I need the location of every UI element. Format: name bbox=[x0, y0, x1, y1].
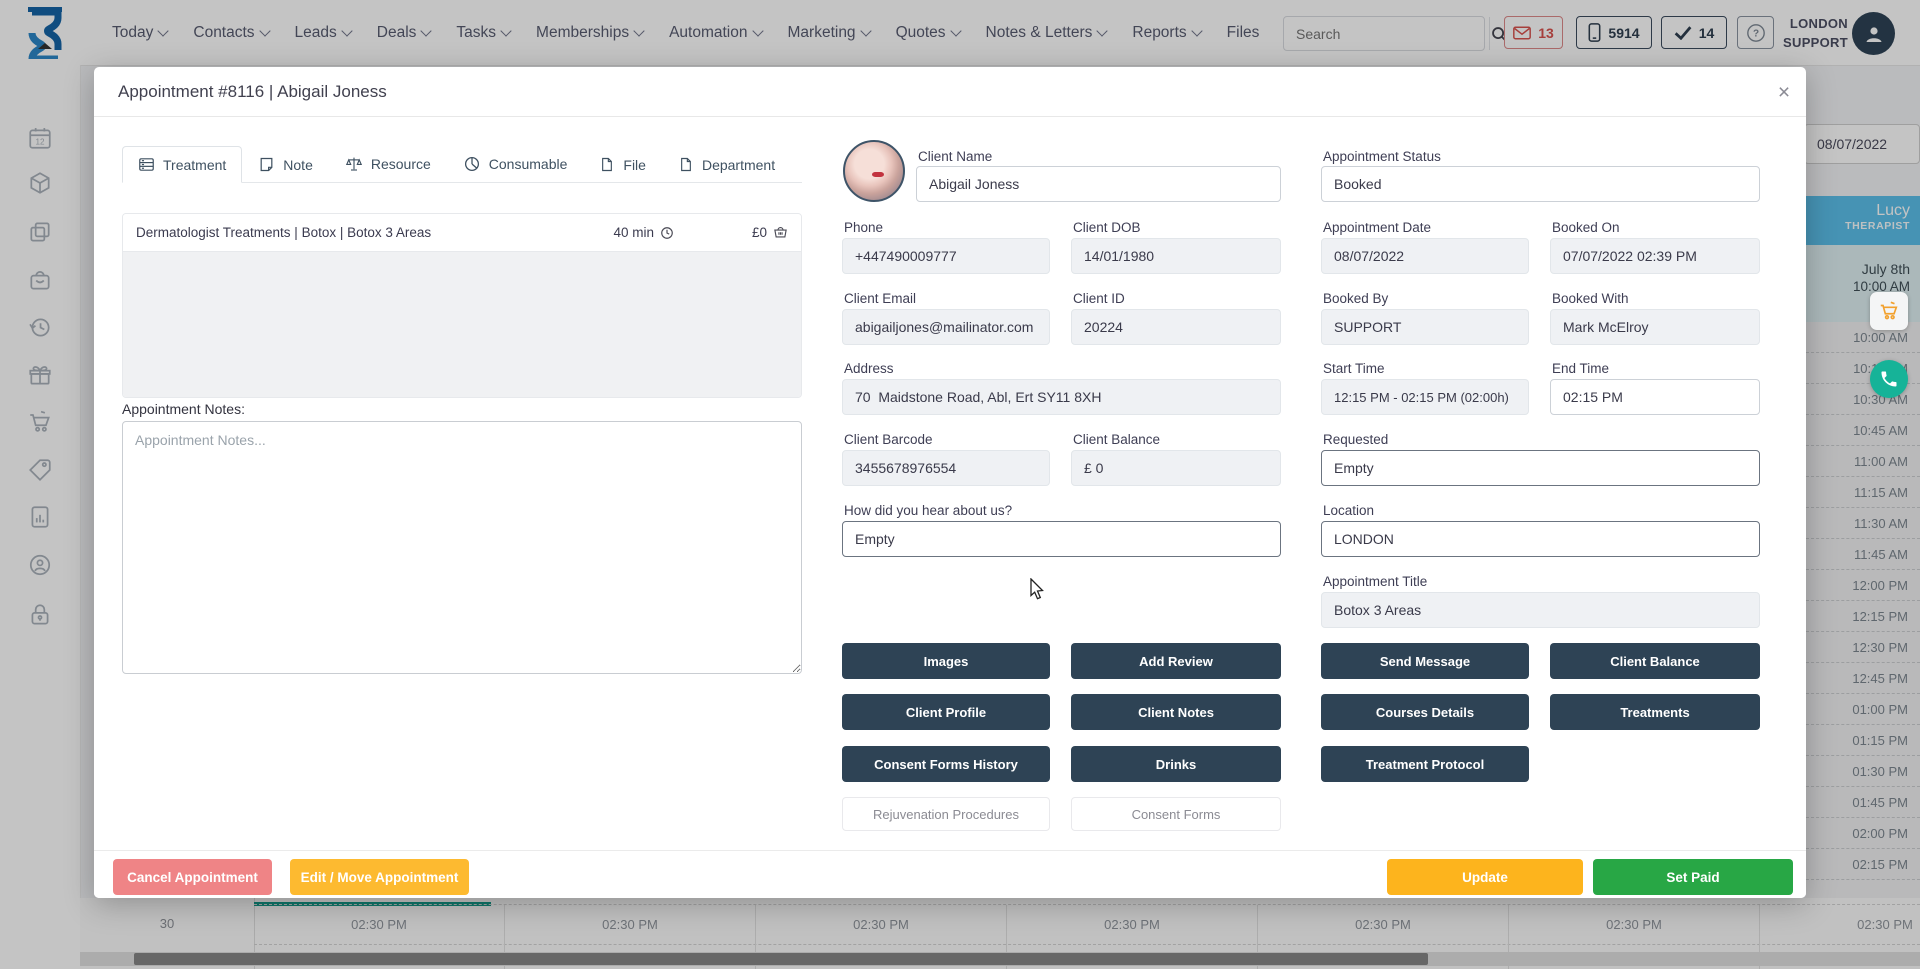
appointment-date-label: Appointment Date bbox=[1323, 220, 1431, 235]
modal-header: Appointment #8116 | Abigail Joness × bbox=[94, 67, 1806, 117]
price-text: £0 bbox=[752, 225, 767, 240]
file-icon bbox=[599, 156, 615, 173]
appointment-status-input[interactable] bbox=[1321, 166, 1760, 202]
start-time-input[interactable] bbox=[1321, 379, 1529, 415]
tab-label: Resource bbox=[371, 156, 431, 172]
tab-treatment[interactable]: Treatment bbox=[122, 146, 242, 183]
tab-note[interactable]: Note bbox=[242, 146, 329, 183]
update-button[interactable]: Update bbox=[1387, 859, 1583, 895]
tab-department[interactable]: Department bbox=[662, 146, 791, 183]
appointment-notes-textarea[interactable] bbox=[122, 421, 802, 674]
cancel-appointment-button[interactable]: Cancel Appointment bbox=[113, 859, 272, 895]
basket-icon[interactable] bbox=[773, 225, 788, 240]
client-notes-button[interactable]: Client Notes bbox=[1071, 694, 1281, 730]
location-label: Location bbox=[1323, 503, 1374, 518]
modal-footer: Cancel Appointment Edit / Move Appointme… bbox=[94, 850, 1806, 898]
department-file-icon bbox=[678, 156, 694, 173]
client-barcode-input[interactable] bbox=[842, 450, 1050, 486]
tab-label: Consumable bbox=[489, 156, 568, 172]
treatment-duration: 40 min bbox=[613, 225, 674, 240]
tab-label: Department bbox=[702, 157, 775, 173]
treatment-list-empty-area bbox=[123, 252, 801, 398]
drinks-button[interactable]: Drinks bbox=[1071, 746, 1281, 782]
treatment-protocol-button[interactable]: Treatment Protocol bbox=[1321, 746, 1529, 782]
consent-forms-button[interactable]: Consent Forms bbox=[1071, 797, 1281, 831]
scales-icon bbox=[345, 155, 363, 173]
address-label: Address bbox=[844, 361, 894, 376]
send-message-button[interactable]: Send Message bbox=[1321, 643, 1529, 679]
client-id-label: Client ID bbox=[1073, 291, 1125, 306]
hear-about-select[interactable]: Empty bbox=[842, 521, 1281, 557]
client-balance-label: Client Balance bbox=[1073, 432, 1160, 447]
client-balance-input[interactable] bbox=[1071, 450, 1281, 486]
treatment-name: Dermatologist Treatments | Botox | Botox… bbox=[136, 225, 613, 240]
edit-move-appointment-button[interactable]: Edit / Move Appointment bbox=[290, 859, 469, 895]
booked-on-input[interactable] bbox=[1550, 238, 1760, 274]
client-photo bbox=[843, 140, 905, 202]
booked-by-input[interactable] bbox=[1321, 309, 1529, 345]
phone-input[interactable] bbox=[842, 238, 1050, 274]
appointment-modal: Appointment #8116 | Abigail Joness × Tre… bbox=[94, 67, 1806, 898]
close-icon[interactable]: × bbox=[1770, 79, 1798, 107]
client-id-input[interactable] bbox=[1071, 309, 1281, 345]
appointment-title-label: Appointment Title bbox=[1323, 574, 1427, 589]
treatments-button[interactable]: Treatments bbox=[1550, 694, 1760, 730]
client-profile-button[interactable]: Client Profile bbox=[842, 694, 1050, 730]
client-email-label: Client Email bbox=[844, 291, 916, 306]
requested-label: Requested bbox=[1323, 432, 1388, 447]
booked-on-label: Booked On bbox=[1552, 220, 1620, 235]
cart-icon bbox=[1878, 300, 1900, 322]
treatment-list: Dermatologist Treatments | Botox | Botox… bbox=[122, 213, 802, 398]
modal-tabs: Treatment Note Resource Consumable File … bbox=[122, 145, 802, 183]
consent-forms-history-button[interactable]: Consent Forms History bbox=[842, 746, 1050, 782]
end-time-label: End Time bbox=[1552, 361, 1609, 376]
set-paid-button[interactable]: Set Paid bbox=[1593, 859, 1793, 895]
tab-consumable[interactable]: Consumable bbox=[447, 145, 584, 183]
note-icon bbox=[258, 156, 275, 173]
quick-cart-button[interactable] bbox=[1870, 292, 1908, 330]
client-dob-input[interactable] bbox=[1071, 238, 1281, 274]
treatment-row[interactable]: Dermatologist Treatments | Botox | Botox… bbox=[123, 214, 801, 252]
client-name-label: Client Name bbox=[918, 149, 992, 164]
clock-icon bbox=[660, 226, 674, 240]
booked-with-label: Booked With bbox=[1552, 291, 1629, 306]
tab-file[interactable]: File bbox=[583, 146, 662, 183]
tab-label: File bbox=[623, 157, 646, 173]
phone-icon bbox=[1879, 369, 1899, 389]
modal-title: Appointment #8116 | Abigail Joness bbox=[118, 82, 387, 102]
duration-text: 40 min bbox=[613, 225, 654, 240]
address-input[interactable] bbox=[842, 379, 1281, 415]
pie-chart-icon bbox=[463, 155, 481, 173]
client-email-input[interactable] bbox=[842, 309, 1050, 345]
tab-label: Note bbox=[283, 157, 313, 173]
client-barcode-label: Client Barcode bbox=[844, 432, 933, 447]
screen: Today Contacts Leads Deals Tasks Members… bbox=[0, 0, 1920, 969]
appointment-status-label: Appointment Status bbox=[1323, 149, 1441, 164]
end-time-input[interactable] bbox=[1550, 379, 1760, 415]
treatment-list-icon bbox=[138, 156, 155, 173]
appointment-notes-label: Appointment Notes: bbox=[122, 401, 245, 417]
tab-label: Treatment bbox=[163, 157, 226, 173]
quick-call-button[interactable] bbox=[1870, 360, 1908, 398]
images-button[interactable]: Images bbox=[842, 643, 1050, 679]
hear-about-label: How did you hear about us? bbox=[844, 503, 1012, 518]
tab-resource[interactable]: Resource bbox=[329, 145, 447, 183]
phone-label: Phone bbox=[844, 220, 883, 235]
add-review-button[interactable]: Add Review bbox=[1071, 643, 1281, 679]
booked-with-input[interactable] bbox=[1550, 309, 1760, 345]
appointment-date-input[interactable] bbox=[1321, 238, 1529, 274]
courses-details-button[interactable]: Courses Details bbox=[1321, 694, 1529, 730]
requested-select[interactable]: Empty bbox=[1321, 450, 1760, 486]
location-select[interactable]: LONDON bbox=[1321, 521, 1760, 557]
client-name-input[interactable] bbox=[916, 166, 1281, 202]
treatment-price: £0 bbox=[752, 225, 788, 240]
start-time-label: Start Time bbox=[1323, 361, 1385, 376]
client-balance-button[interactable]: Client Balance bbox=[1550, 643, 1760, 679]
client-dob-label: Client DOB bbox=[1073, 220, 1141, 235]
rejuvenation-procedures-button[interactable]: Rejuvenation Procedures bbox=[842, 797, 1050, 831]
booked-by-label: Booked By bbox=[1323, 291, 1388, 306]
appointment-title-input[interactable] bbox=[1321, 592, 1760, 628]
